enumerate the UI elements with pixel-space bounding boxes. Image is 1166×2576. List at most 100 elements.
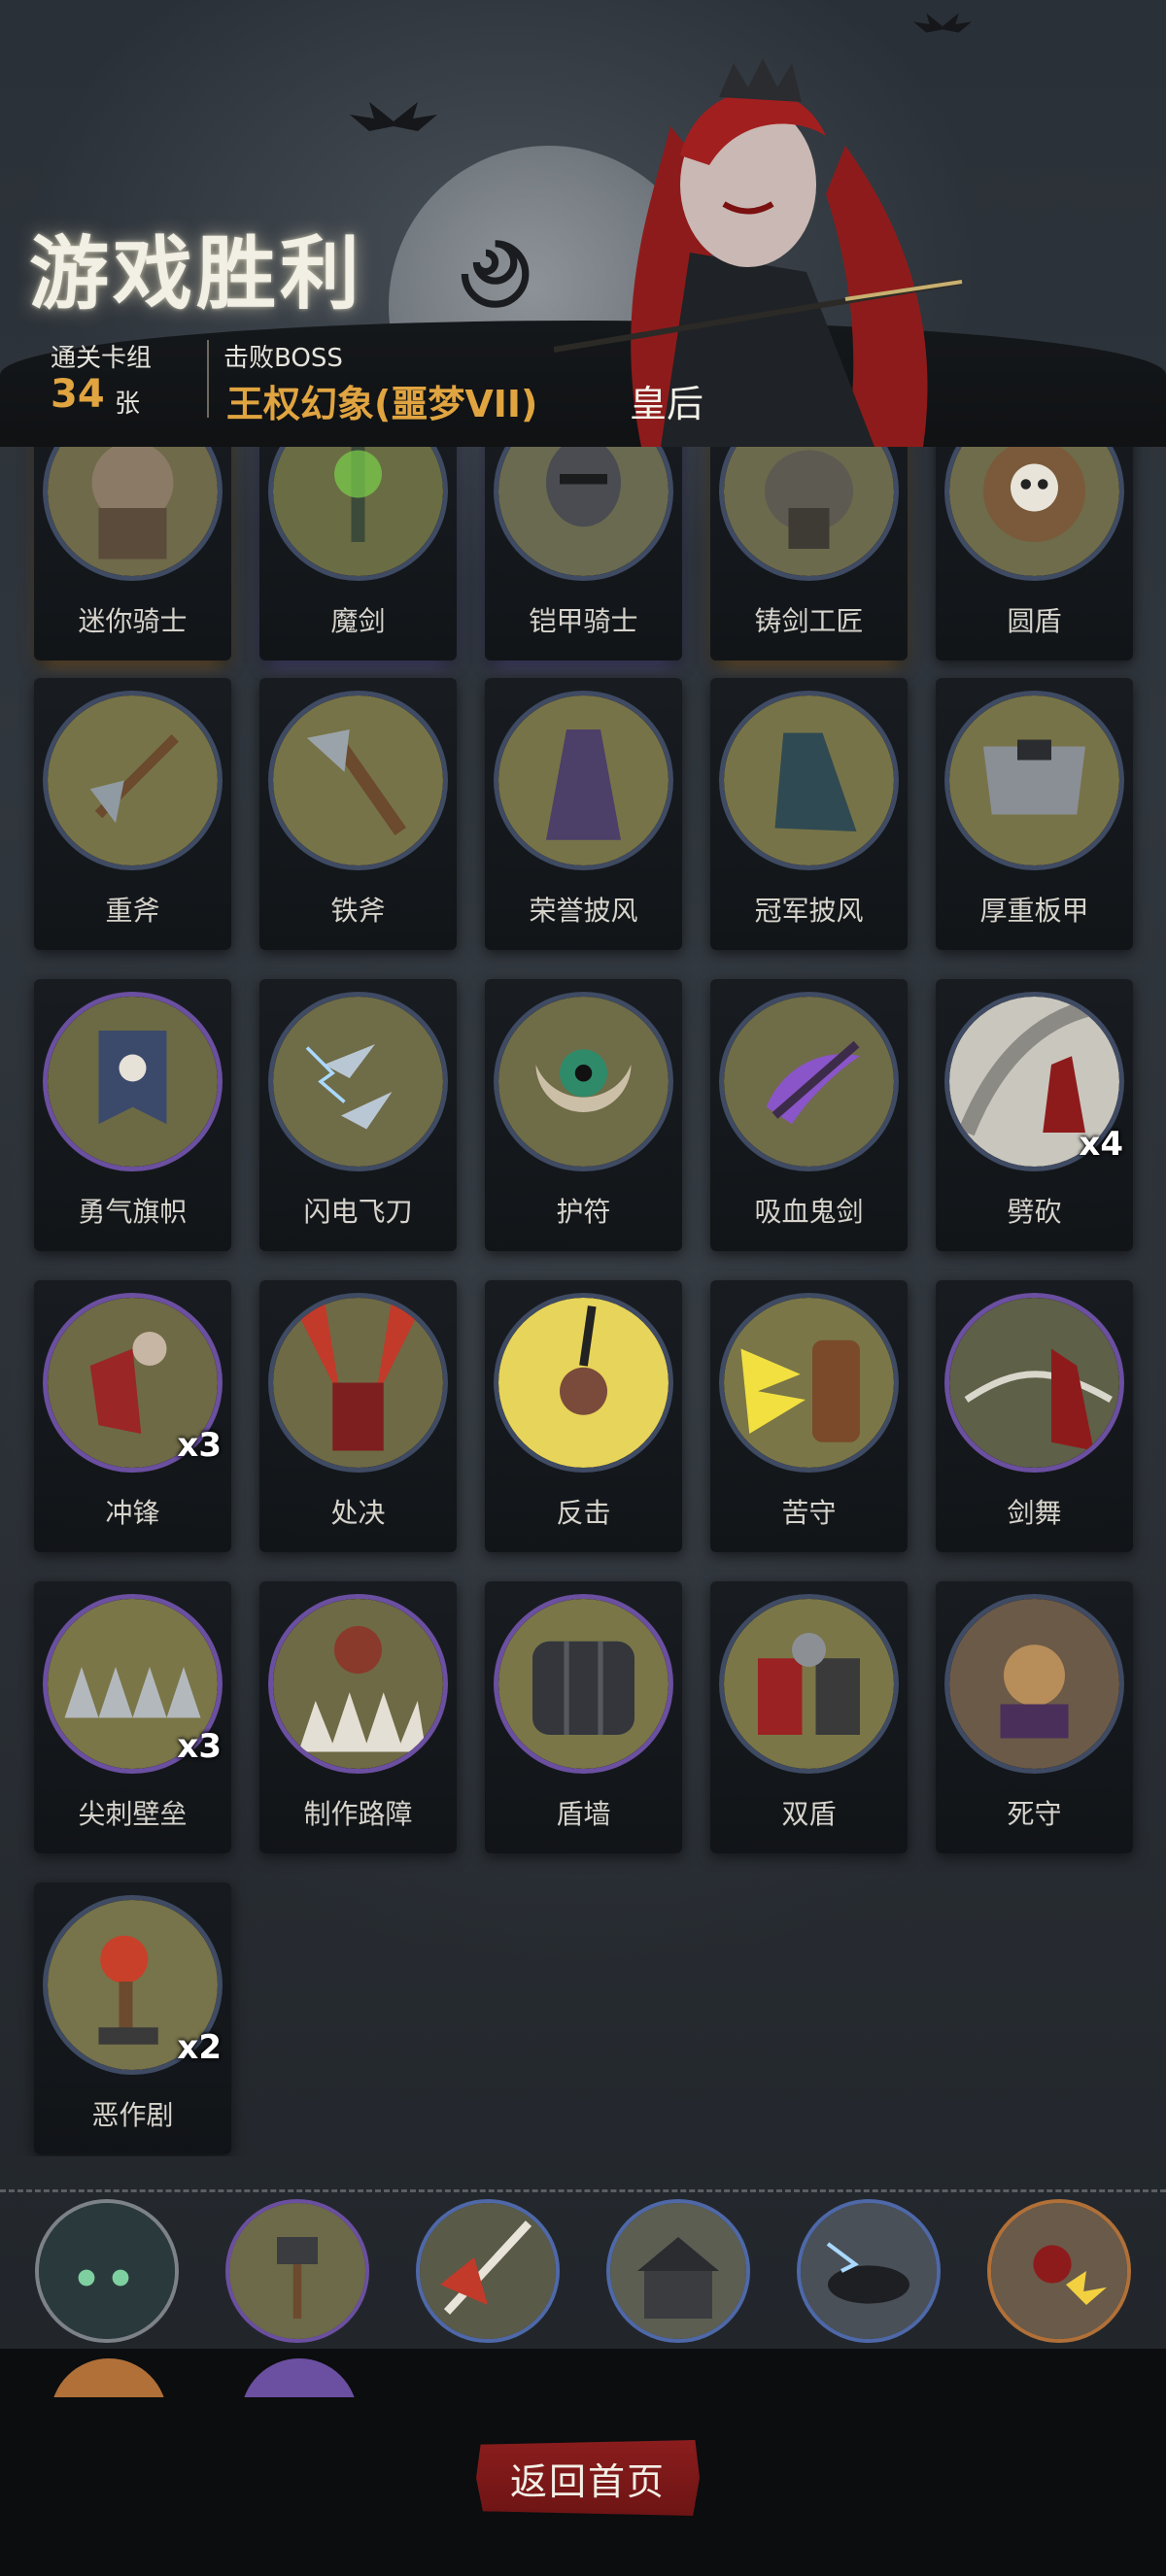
heavy-axe-icon xyxy=(48,695,218,865)
card-label: 反击 xyxy=(556,1497,611,1529)
card-honor-cloak[interactable]: 荣誉披风 xyxy=(485,678,682,950)
deck-unit: 张 xyxy=(115,390,141,419)
card-label: 厚重板甲 xyxy=(979,895,1089,927)
relic-queen-icon[interactable] xyxy=(991,2203,1127,2339)
relic-graveyard-icon[interactable] xyxy=(39,2203,175,2339)
mini-knight-icon xyxy=(48,447,218,576)
victory-header: 游戏胜利 通关卡组 34 张 击败BOSS 王权幻象(噩梦VII) 皇后 xyxy=(0,0,1166,447)
boss-name: 王权幻象(噩梦VII) xyxy=(226,383,538,425)
hold-fast-icon xyxy=(724,1298,894,1468)
card-last-stand[interactable]: 死守 xyxy=(936,1581,1133,1853)
stat-divider xyxy=(207,340,209,418)
deck-count: 34 xyxy=(51,372,105,417)
double-shield-icon xyxy=(724,1599,894,1769)
counter-icon xyxy=(498,1298,669,1468)
card-charge[interactable]: 冲锋 x3 xyxy=(34,1280,231,1552)
card-round-shield[interactable]: 圆盾 xyxy=(936,447,1133,661)
last-stand-icon xyxy=(949,1599,1119,1769)
card-lightning-knife[interactable]: 闪电飞刀 xyxy=(259,979,457,1251)
card-label: 铁斧 xyxy=(330,895,386,927)
bat-icon xyxy=(350,102,437,131)
card-label: 迷你骑士 xyxy=(78,605,188,637)
card-count-badge: x4 xyxy=(1079,1125,1123,1164)
card-slash[interactable]: 劈砍 x4 xyxy=(936,979,1133,1251)
relic-row xyxy=(0,2203,1166,2349)
card-vampire-sword[interactable]: 吸血鬼剑 xyxy=(710,979,908,1251)
card-label: 制作路障 xyxy=(303,1798,413,1830)
section-divider xyxy=(0,2189,1166,2192)
card-sword-dance[interactable]: 剑舞 xyxy=(936,1280,1133,1552)
card-count-badge: x3 xyxy=(177,1727,222,1766)
card-spike-barrier[interactable]: 尖刺壁垒 x3 xyxy=(34,1581,231,1853)
card-label: 恶作剧 xyxy=(91,2099,174,2131)
lightning-knife-icon xyxy=(273,997,443,1167)
relic-peek xyxy=(241,2358,358,2397)
card-label: 冲锋 xyxy=(105,1497,160,1529)
card-label: 死守 xyxy=(1007,1798,1062,1830)
card-courage-banner[interactable]: 勇气旗帜 xyxy=(34,979,231,1251)
card-label: 盾墙 xyxy=(556,1798,611,1830)
card-hold-fast[interactable]: 苦守 xyxy=(710,1280,908,1552)
iron-axe-icon xyxy=(273,695,443,865)
deck-label: 通关卡组 xyxy=(51,344,153,373)
relic-panther-icon[interactable] xyxy=(801,2203,937,2339)
card-iron-axe[interactable]: 铁斧 xyxy=(259,678,457,950)
champion-cloak-icon xyxy=(724,695,894,865)
queen-boss-portrait xyxy=(554,58,963,447)
card-barricade[interactable]: 制作路障 xyxy=(259,1581,457,1853)
execute-icon xyxy=(273,1298,443,1468)
card-count-badge: x3 xyxy=(177,1426,222,1465)
relic-hammer-icon[interactable] xyxy=(229,2203,365,2339)
swordsmith-icon xyxy=(724,447,894,576)
barricade-icon xyxy=(273,1599,443,1769)
card-label: 铸剑工匠 xyxy=(754,605,864,637)
relic-village-icon[interactable] xyxy=(610,2203,746,2339)
deck-card-grid: 迷你骑士 魔剑 铠甲骑士 铸剑工匠 圆盾 重斧 铁斧 荣誉披风 冠军披风 厚重板… xyxy=(0,447,1166,2156)
vampire-sword-icon xyxy=(724,997,894,1167)
card-count-badge: x2 xyxy=(177,2028,222,2067)
honor-cloak-icon xyxy=(498,695,669,865)
card-label: 圆盾 xyxy=(1007,605,1062,637)
card-mini-knight[interactable]: 迷你骑士 xyxy=(34,447,231,661)
bat-icon xyxy=(913,13,972,33)
relic-blade-icon[interactable] xyxy=(420,2203,556,2339)
card-label: 吸血鬼剑 xyxy=(754,1196,864,1228)
card-amulet[interactable]: 护符 xyxy=(485,979,682,1251)
card-magic-sword[interactable]: 魔剑 xyxy=(259,447,457,661)
card-swordsmith[interactable]: 铸剑工匠 xyxy=(710,447,908,661)
card-double-shield[interactable]: 双盾 xyxy=(710,1581,908,1853)
card-execute[interactable]: 处决 xyxy=(259,1280,457,1552)
card-label: 冠军披风 xyxy=(754,895,864,927)
card-label: 劈砍 xyxy=(1007,1196,1062,1228)
card-label: 魔剑 xyxy=(330,605,386,637)
card-champion-cloak[interactable]: 冠军披风 xyxy=(710,678,908,950)
card-label: 护符 xyxy=(556,1196,611,1228)
card-armored-knight[interactable]: 铠甲骑士 xyxy=(485,447,682,661)
card-shield-wall[interactable]: 盾墙 xyxy=(485,1581,682,1853)
card-counter[interactable]: 反击 xyxy=(485,1280,682,1552)
plate-armor-icon xyxy=(949,695,1119,865)
card-label: 重斧 xyxy=(105,895,160,927)
card-heavy-axe[interactable]: 重斧 xyxy=(34,678,231,950)
victory-title: 游戏胜利 xyxy=(29,228,364,321)
card-label: 铠甲骑士 xyxy=(529,605,638,637)
card-prank[interactable]: 恶作剧 x2 xyxy=(34,1882,231,2154)
card-label: 苦守 xyxy=(781,1497,837,1529)
boss-tag: 皇后 xyxy=(630,383,704,425)
card-label: 剑舞 xyxy=(1007,1497,1062,1529)
armored-knight-icon xyxy=(498,447,669,576)
card-label: 处决 xyxy=(330,1497,386,1529)
amulet-icon xyxy=(498,997,669,1167)
magic-sword-icon xyxy=(273,447,443,576)
shield-wall-icon xyxy=(498,1599,669,1769)
card-label: 闪电飞刀 xyxy=(303,1196,413,1228)
return-home-button[interactable]: 返回首页 xyxy=(476,2440,700,2516)
card-label: 荣誉披风 xyxy=(529,895,638,927)
courage-banner-icon xyxy=(48,997,218,1167)
card-plate-armor[interactable]: 厚重板甲 xyxy=(936,678,1133,950)
sword-dance-icon xyxy=(949,1298,1119,1468)
swirl-decoration xyxy=(461,240,530,308)
card-label: 尖刺壁垒 xyxy=(78,1798,188,1830)
card-label: 双盾 xyxy=(781,1798,837,1830)
round-shield-icon xyxy=(949,447,1119,576)
